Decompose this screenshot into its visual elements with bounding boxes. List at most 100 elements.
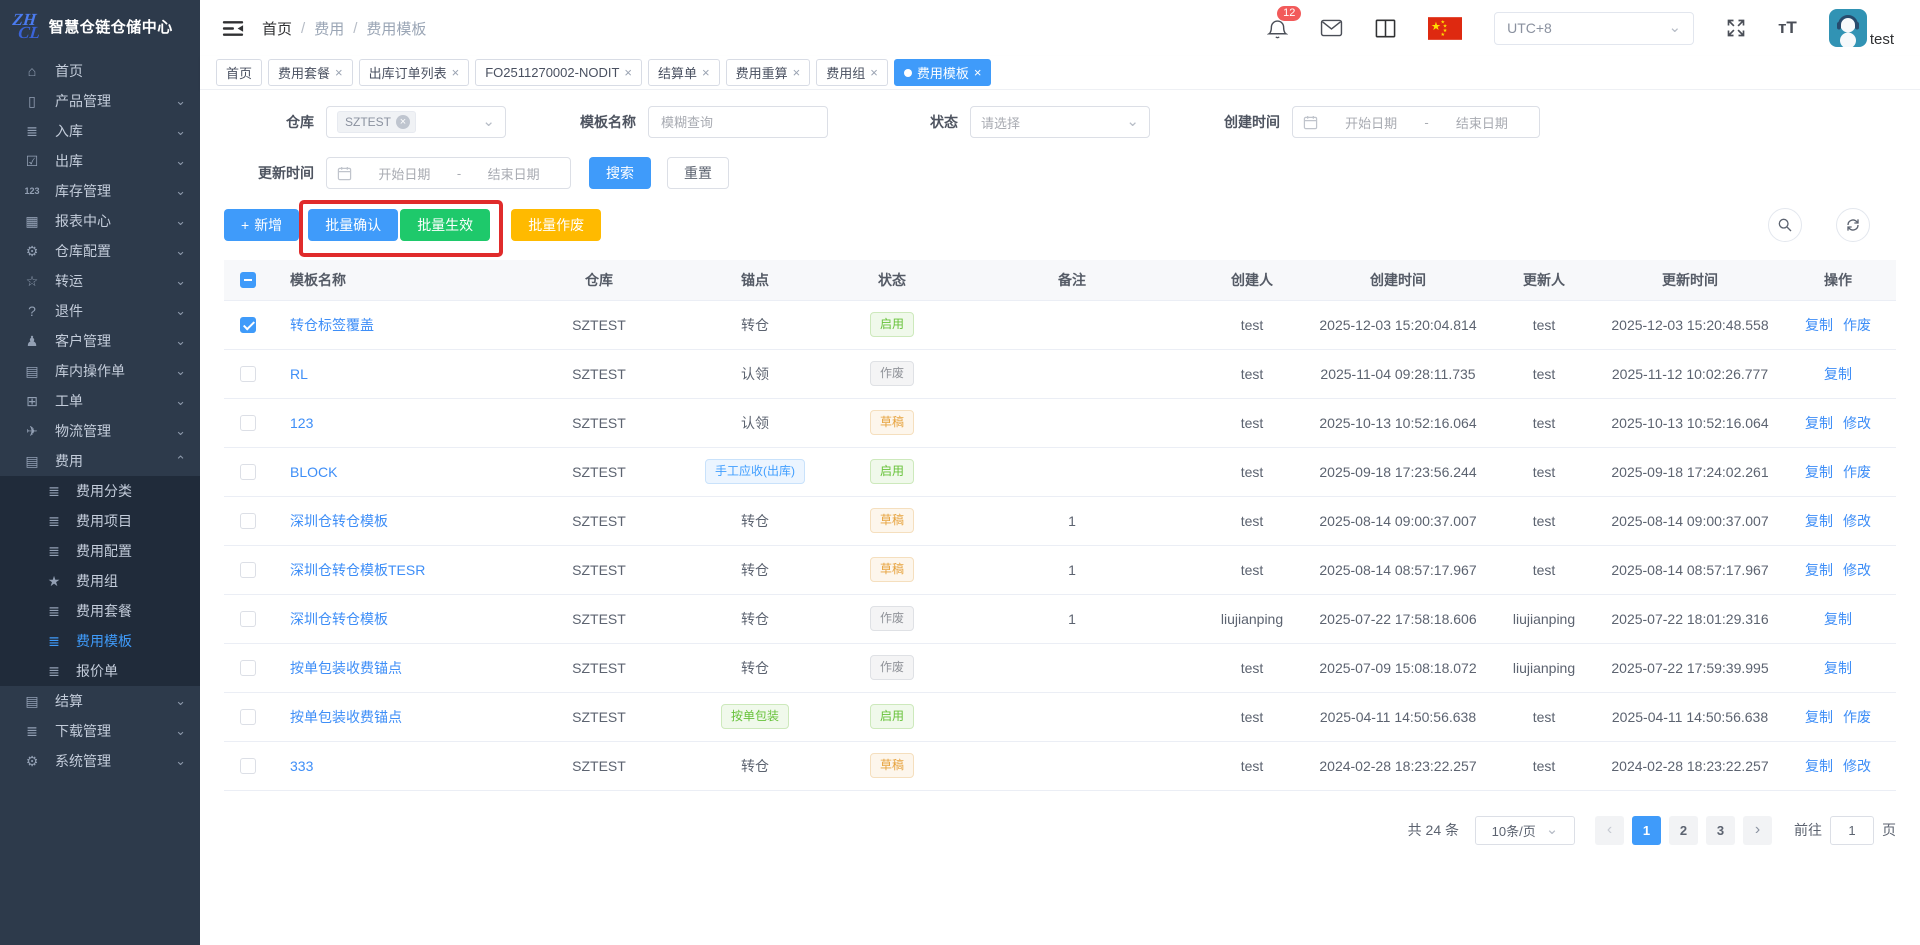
action-copy-link[interactable]: 复制: [1805, 709, 1833, 725]
next-page-button[interactable]: ›: [1743, 816, 1772, 845]
action-copy-link[interactable]: 复制: [1805, 758, 1833, 774]
sidebar-subitem-quotation[interactable]: ≣报价单: [0, 656, 200, 686]
template-name-link[interactable]: 123: [290, 415, 313, 431]
sidebar-item-inbound[interactable]: ≣入库⌄: [0, 116, 200, 146]
row-checkbox[interactable]: [240, 317, 256, 333]
close-tab-icon[interactable]: ×: [793, 66, 801, 79]
mail-icon[interactable]: [1320, 19, 1343, 37]
breadcrumb-home[interactable]: 首页: [262, 18, 292, 39]
close-tab-icon[interactable]: ×: [335, 66, 343, 79]
tab-7[interactable]: 费用模板×: [894, 59, 992, 86]
action-edit-link[interactable]: 修改: [1843, 562, 1871, 578]
row-checkbox[interactable]: [240, 709, 256, 725]
select-all-checkbox[interactable]: [240, 272, 256, 288]
template-name-link[interactable]: BLOCK: [290, 464, 337, 480]
close-tab-icon[interactable]: ×: [702, 66, 710, 79]
sidebar-item-fees[interactable]: ▤费用⌃: [0, 446, 200, 476]
template-name-link[interactable]: 333: [290, 758, 313, 774]
action-void-link[interactable]: 作废: [1843, 709, 1871, 725]
tab-1[interactable]: 费用套餐×: [268, 59, 353, 86]
sidebar-item-warehouse-config[interactable]: ⚙仓库配置⌄: [0, 236, 200, 266]
row-checkbox[interactable]: [240, 611, 256, 627]
collapse-sidebar-icon[interactable]: [222, 19, 244, 38]
action-copy-link[interactable]: 复制: [1805, 415, 1833, 431]
page-button-1[interactable]: 1: [1632, 816, 1661, 845]
row-checkbox[interactable]: [240, 660, 256, 676]
action-edit-link[interactable]: 修改: [1843, 513, 1871, 529]
action-copy-link[interactable]: 复制: [1805, 464, 1833, 480]
sidebar-item-home[interactable]: ⌂首页: [0, 56, 200, 86]
action-edit-link[interactable]: 修改: [1843, 415, 1871, 431]
sidebar-subitem-fee-group[interactable]: ★费用组: [0, 566, 200, 596]
sidebar-subitem-fee-category[interactable]: ≣费用分类: [0, 476, 200, 506]
template-name-link[interactable]: 按单包装收费锚点: [290, 709, 402, 725]
goto-page-input[interactable]: [1830, 816, 1874, 845]
page-size-select[interactable]: 10条/页 ⌄: [1475, 816, 1575, 845]
sidebar-item-logistics[interactable]: ✈物流管理⌄: [0, 416, 200, 446]
remove-tag-icon[interactable]: ×: [396, 115, 410, 129]
sidebar-item-returns[interactable]: ?退件⌄: [0, 296, 200, 326]
layout-columns-icon[interactable]: [1375, 19, 1396, 38]
sidebar-item-system[interactable]: ⚙系统管理⌄: [0, 746, 200, 776]
create-time-range-picker[interactable]: 开始日期 - 结束日期: [1292, 106, 1540, 138]
template-name-link[interactable]: 转仓标签覆盖: [290, 317, 374, 333]
close-tab-icon[interactable]: ×: [974, 66, 982, 79]
sidebar-item-settlement[interactable]: ▤结算⌄: [0, 686, 200, 716]
batch-effect-button[interactable]: 批量生效: [400, 209, 490, 241]
action-copy-link[interactable]: 复制: [1805, 317, 1833, 333]
row-checkbox[interactable]: [240, 562, 256, 578]
close-tab-icon[interactable]: ×: [452, 66, 460, 79]
close-tab-icon[interactable]: ×: [870, 66, 878, 79]
sidebar-item-downloads[interactable]: ≣下载管理⌄: [0, 716, 200, 746]
action-copy-link[interactable]: 复制: [1824, 366, 1852, 382]
template-name-link[interactable]: 按单包装收费锚点: [290, 660, 402, 676]
sidebar-item-outbound[interactable]: ☑出库⌄: [0, 146, 200, 176]
status-select[interactable]: 请选择 ⌄: [970, 106, 1150, 138]
user-menu[interactable]: test: [1829, 9, 1894, 47]
reset-button[interactable]: 重置: [667, 157, 729, 189]
row-checkbox[interactable]: [240, 464, 256, 480]
language-flag-icon[interactable]: ★ ★ ★ ★ ★: [1428, 17, 1462, 40]
template-name-input[interactable]: [648, 106, 828, 138]
batch-confirm-button[interactable]: 批量确认: [308, 209, 398, 241]
row-checkbox[interactable]: [240, 366, 256, 382]
action-copy-link[interactable]: 复制: [1824, 660, 1852, 676]
template-name-link[interactable]: 深圳仓转仓模板: [290, 611, 388, 627]
action-copy-link[interactable]: 复制: [1824, 611, 1852, 627]
tab-2[interactable]: 出库订单列表×: [359, 59, 470, 86]
sidebar-item-work-orders[interactable]: ⊞工单⌄: [0, 386, 200, 416]
refresh-icon[interactable]: [1836, 208, 1870, 242]
sidebar-item-product[interactable]: ▯产品管理⌄: [0, 86, 200, 116]
table-search-icon[interactable]: [1768, 208, 1802, 242]
search-button[interactable]: 搜索: [589, 157, 651, 189]
sidebar-item-reports[interactable]: ▦报表中心⌄: [0, 206, 200, 236]
action-copy-link[interactable]: 复制: [1805, 513, 1833, 529]
page-button-2[interactable]: 2: [1669, 816, 1698, 845]
tab-4[interactable]: 结算单×: [648, 59, 720, 86]
prev-page-button[interactable]: ‹: [1595, 816, 1624, 845]
app-logo[interactable]: ZHCL 智慧仓链仓储中心: [0, 0, 200, 52]
row-checkbox[interactable]: [240, 758, 256, 774]
action-edit-link[interactable]: 修改: [1843, 758, 1871, 774]
row-checkbox[interactable]: [240, 415, 256, 431]
font-size-icon[interactable]: тT: [1778, 18, 1797, 38]
sidebar-item-inventory[interactable]: 123库存管理⌄: [0, 176, 200, 206]
template-name-link[interactable]: RL: [290, 366, 308, 382]
sidebar-subitem-fee-config[interactable]: ≣费用配置: [0, 536, 200, 566]
tab-5[interactable]: 费用重算×: [726, 59, 811, 86]
notification-bell-icon[interactable]: 12: [1267, 17, 1288, 40]
sidebar-item-warehouse-ops[interactable]: ▤库内操作单⌄: [0, 356, 200, 386]
tab-0[interactable]: 首页: [216, 59, 262, 86]
row-checkbox[interactable]: [240, 513, 256, 529]
tab-3[interactable]: FO2511270002-NODIT×: [475, 59, 642, 86]
page-button-3[interactable]: 3: [1706, 816, 1735, 845]
tab-6[interactable]: 费用组×: [816, 59, 888, 86]
sidebar-item-transfer[interactable]: ☆转运⌄: [0, 266, 200, 296]
add-button[interactable]: + 新增: [224, 209, 299, 241]
timezone-select[interactable]: UTC+8 ⌄: [1494, 12, 1694, 45]
warehouse-select[interactable]: SZTEST × ⌄: [326, 106, 506, 138]
batch-void-button[interactable]: 批量作废: [511, 209, 601, 241]
sidebar-subitem-fee-template[interactable]: ≣费用模板: [0, 626, 200, 656]
close-tab-icon[interactable]: ×: [624, 66, 632, 79]
action-void-link[interactable]: 作废: [1843, 464, 1871, 480]
